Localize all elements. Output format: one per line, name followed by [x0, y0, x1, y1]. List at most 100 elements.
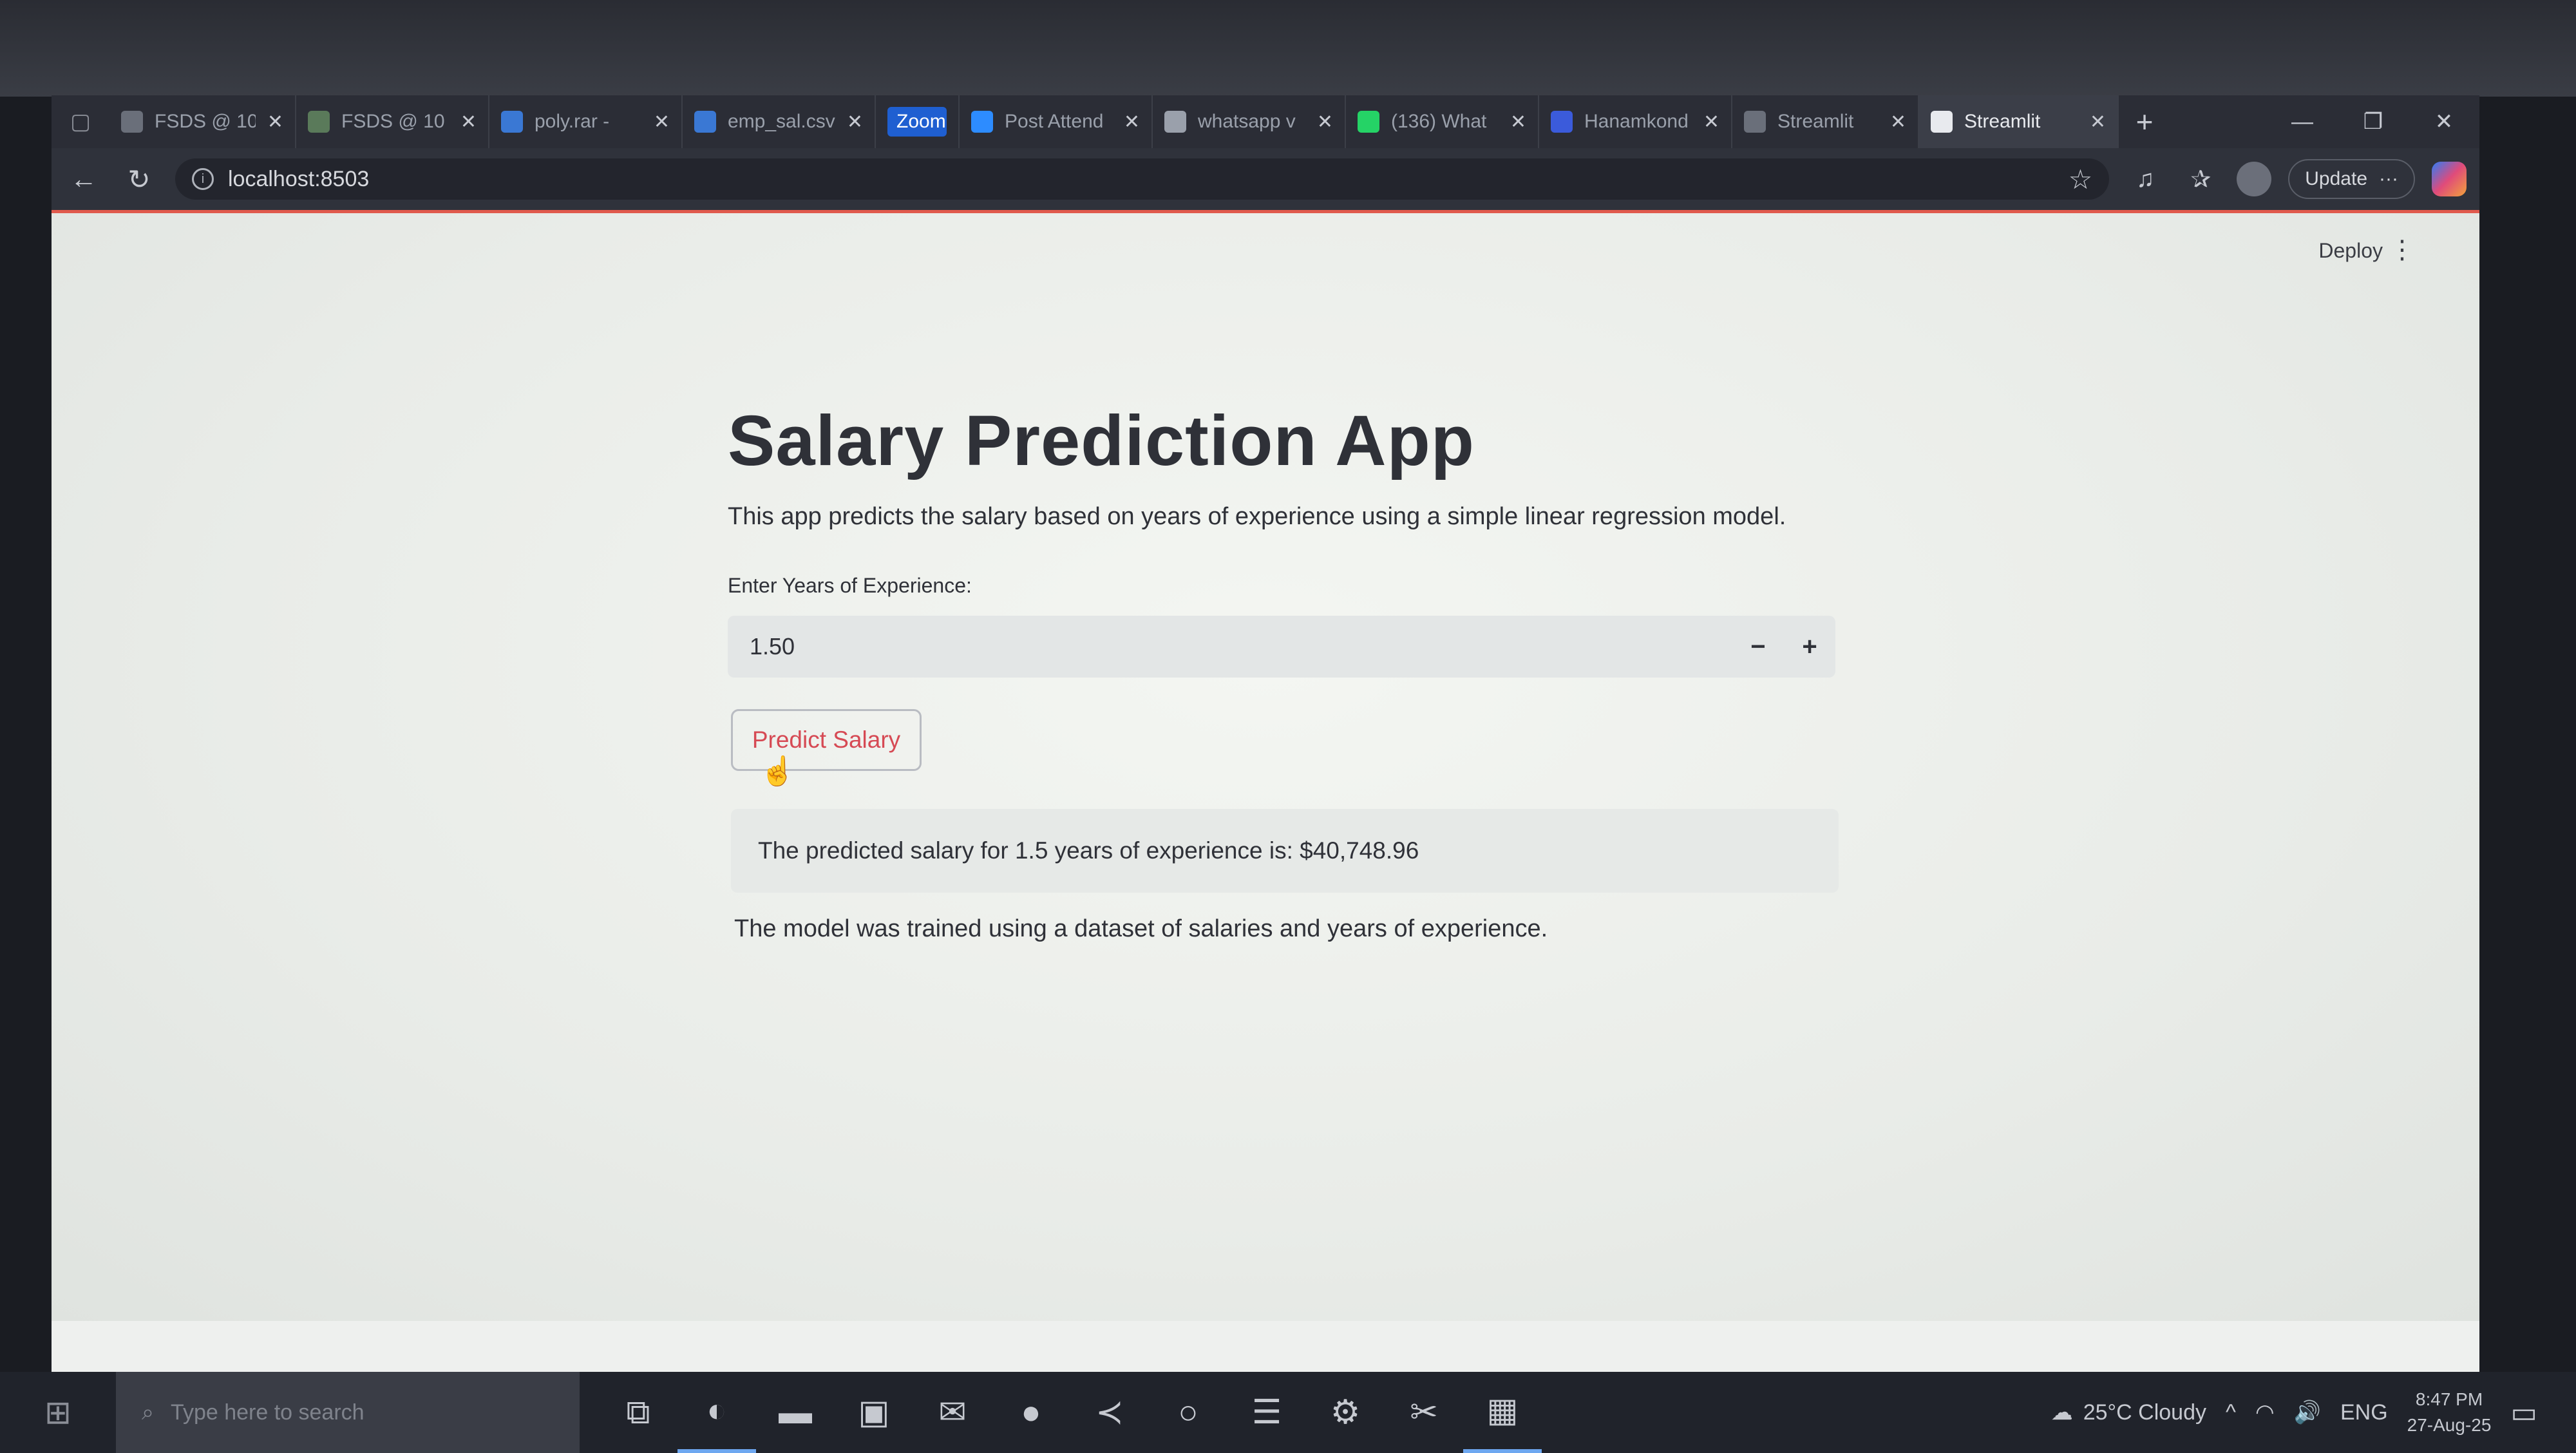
- streamlit-icon: [1744, 111, 1766, 133]
- classroom-icon: [308, 111, 330, 133]
- weather-text: 25°C Cloudy: [2083, 1400, 2206, 1425]
- profile-avatar[interactable]: [2237, 162, 2272, 196]
- tab-close-icon[interactable]: ✕: [847, 111, 863, 133]
- model-note: The model was trained using a dataset of…: [734, 915, 1548, 942]
- copilot-icon[interactable]: [2432, 162, 2467, 196]
- monitor-bezel: [0, 0, 2576, 97]
- browser-tab[interactable]: FSDS @ 10 ✕: [296, 95, 489, 148]
- experience-value[interactable]: 1.50: [728, 633, 1732, 660]
- file-explorer-icon[interactable]: ▬: [756, 1372, 835, 1453]
- browser-tab[interactable]: Streamlit ✕: [1919, 95, 2119, 148]
- drive-icon: [501, 111, 523, 133]
- favorite-star-icon[interactable]: ☆: [2069, 164, 2093, 195]
- firefox-icon[interactable]: ●: [992, 1372, 1070, 1453]
- restore-icon[interactable]: ❐: [2338, 95, 2409, 148]
- tab-close-icon[interactable]: ✕: [1317, 111, 1333, 133]
- close-window-icon[interactable]: ✕: [2409, 95, 2479, 148]
- tab-close-icon[interactable]: ✕: [267, 111, 283, 133]
- drive-icon: [694, 111, 716, 133]
- prediction-result: The predicted salary for 1.5 years of ex…: [731, 809, 1839, 893]
- browser-tab[interactable]: Zoom: [876, 95, 960, 148]
- browser-tab[interactable]: emp_sal.csv ✕: [683, 95, 876, 148]
- tab-title: FSDS @ 10: [155, 111, 256, 132]
- window-controls: — ❐ ✕: [2267, 95, 2479, 148]
- streamlit-icon: [1931, 111, 1953, 133]
- butterfly-icon: [1551, 111, 1573, 133]
- volume-icon[interactable]: 🔊: [2294, 1400, 2321, 1425]
- tab-title: Streamlit: [1964, 111, 2041, 132]
- edge-icon[interactable]: ◐: [677, 1372, 756, 1453]
- tab-title: whatsapp v: [1198, 111, 1296, 132]
- update-button[interactable]: Update ···: [2288, 159, 2415, 199]
- tab-actions-icon[interactable]: ▢: [52, 95, 109, 148]
- increment-button[interactable]: +: [1784, 616, 1835, 678]
- page-title: Salary Prediction App: [728, 401, 1475, 480]
- minimize-icon[interactable]: —: [2267, 95, 2338, 148]
- new-tab-button[interactable]: +: [2119, 104, 2170, 139]
- settings-icon[interactable]: ⚙: [1306, 1372, 1385, 1453]
- taskbar-clock[interactable]: 8:47 PM 27-Aug-25: [2407, 1387, 2492, 1438]
- site-info-icon[interactable]: i: [192, 168, 214, 190]
- network-icon[interactable]: ◠: [2255, 1400, 2275, 1425]
- deploy-button[interactable]: Deploy: [2318, 239, 2383, 263]
- favorites-icon[interactable]: ✰: [2181, 160, 2220, 198]
- tab-close-icon[interactable]: ✕: [1510, 111, 1526, 133]
- terminal-icon[interactable]: ☰: [1227, 1372, 1306, 1453]
- back-icon[interactable]: ←: [64, 160, 103, 198]
- browser-tab[interactable]: Streamlit ✕: [1732, 95, 1919, 148]
- tab-close-icon[interactable]: ✕: [1890, 111, 1906, 133]
- experience-number-input[interactable]: 1.50 − +: [728, 616, 1835, 678]
- address-bar[interactable]: i localhost:8503 ☆: [175, 158, 2110, 200]
- update-label: Update: [2305, 168, 2368, 189]
- tab-close-icon[interactable]: ✕: [1703, 111, 1719, 133]
- tab-close-icon[interactable]: ✕: [460, 111, 477, 133]
- main-menu-icon[interactable]: ⋮: [2389, 235, 2415, 265]
- tab-title: Zoom: [887, 107, 947, 137]
- tab-close-icon[interactable]: ✕: [654, 111, 670, 133]
- reload-icon[interactable]: ↻: [120, 160, 158, 198]
- clock-date: 27-Aug-25: [2407, 1415, 2492, 1435]
- browser-tab[interactable]: (136) What ✕: [1346, 95, 1539, 148]
- weather-widget[interactable]: ☁ 25°C Cloudy: [2051, 1400, 2206, 1425]
- store-icon[interactable]: ▣: [835, 1372, 913, 1453]
- system-tray: ☁ 25°C Cloudy ^ ◠ 🔊 ENG 8:47 PM 27-Aug-2…: [2051, 1387, 2576, 1438]
- tab-close-icon[interactable]: ✕: [1124, 111, 1140, 133]
- windows-start-icon[interactable]: ⊞: [0, 1372, 116, 1453]
- browser-tab[interactable]: poly.rar - ✕: [489, 95, 683, 148]
- language-indicator[interactable]: ENG: [2340, 1400, 2388, 1425]
- whatsapp-icon: [1358, 111, 1379, 133]
- clock-time: 8:47 PM: [2415, 1389, 2483, 1409]
- browser-tab[interactable]: Post Attend ✕: [960, 95, 1153, 148]
- notifications-icon[interactable]: ▭: [2510, 1396, 2537, 1429]
- show-hidden-icons-icon[interactable]: ^: [2226, 1400, 2236, 1425]
- excel-icon[interactable]: ▦: [1463, 1372, 1542, 1453]
- pinned-apps: ⧉ ◐ ▬ ▣ ✉ ● ≺ ○ ☰ ⚙ ✂ ▦: [599, 1372, 1542, 1453]
- mail-icon[interactable]: ✉: [913, 1372, 992, 1453]
- search-icon: [1164, 111, 1186, 133]
- url-text[interactable]: localhost:8503: [228, 167, 369, 192]
- zoom-icon: [971, 111, 993, 133]
- windows-taskbar: ⊞ ⌕ Type here to search ⧉ ◐ ▬ ▣ ✉ ● ≺ ○ …: [0, 1372, 2576, 1453]
- tab-title: emp_sal.csv: [728, 111, 835, 132]
- cloud-icon: ☁: [2050, 1400, 2073, 1425]
- vscode-icon[interactable]: ≺: [1070, 1372, 1149, 1453]
- browser-tab[interactable]: Hanamkond ✕: [1539, 95, 1732, 148]
- taskbar-search-input[interactable]: ⌕ Type here to search: [116, 1372, 580, 1453]
- experience-label: Enter Years of Experience:: [728, 574, 972, 597]
- task-view-icon[interactable]: ⧉: [599, 1372, 677, 1453]
- tab-list: FSDS @ 10 ✕ FSDS @ 10 ✕ poly.rar - ✕ emp_sal.…: [109, 95, 2119, 148]
- search-icon: ⌕: [142, 1400, 155, 1425]
- tab-title: Post Attend: [1005, 111, 1104, 132]
- address-toolbar: ← ↻ i localhost:8503 ☆ ♫ ✰ Update ···: [52, 148, 2479, 210]
- decrement-button[interactable]: −: [1732, 616, 1784, 678]
- read-aloud-icon[interactable]: ♫: [2126, 160, 2164, 198]
- browser-tab[interactable]: FSDS @ 10 ✕: [109, 95, 296, 148]
- hand-cursor-icon: ☝: [760, 755, 795, 787]
- tab-close-icon[interactable]: ✕: [2090, 111, 2106, 133]
- more-icon: ···: [2379, 168, 2398, 189]
- snipping-tool-icon[interactable]: ✂: [1385, 1372, 1463, 1453]
- anaconda-icon[interactable]: ○: [1149, 1372, 1227, 1453]
- browser-window: ▢ FSDS @ 10 ✕ FSDS @ 10 ✕ poly.rar - ✕ emp_sa…: [52, 95, 2479, 1383]
- tab-title: poly.rar -: [535, 111, 610, 132]
- browser-tab[interactable]: whatsapp v ✕: [1153, 95, 1346, 148]
